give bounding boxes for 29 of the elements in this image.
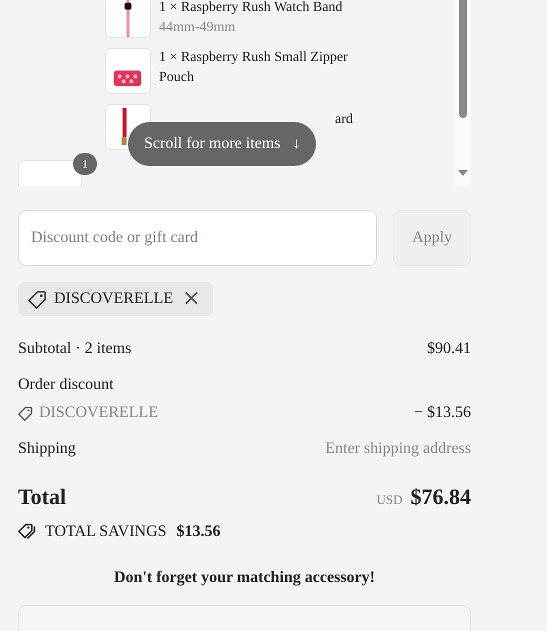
summary-value: − $13.56 — [414, 404, 471, 422]
savings-value: $13.56 — [176, 522, 221, 540]
discount-code: DISCOVERELLE — [54, 290, 174, 308]
total-value: $76.84 — [410, 484, 471, 509]
tag-icon — [28, 290, 47, 308]
item-title: ard — [335, 111, 354, 129]
summary-value: Enter shipping address — [325, 440, 471, 458]
discount-code-field[interactable]: Discount code or gift card — [18, 210, 378, 266]
quantity-badge: 1 — [73, 153, 97, 175]
summary-label: Subtotal · 2 items — [18, 340, 132, 358]
total-label: Total — [18, 484, 66, 510]
summary-label: Order discount — [18, 376, 114, 394]
scroll-hint-button[interactable]: Scroll for more items ↓ — [128, 122, 316, 166]
summary-label: Shipping — [18, 440, 76, 458]
summary-label: DISCOVERELLE — [39, 404, 158, 422]
summary-value: $90.41 — [427, 340, 471, 358]
scrollbar[interactable] — [455, 0, 471, 186]
item-variant: 44mm-49mm — [159, 19, 236, 37]
scroll-down-arrow-icon[interactable] — [458, 170, 468, 176]
item-title: 1 × Raspberry Rush Small Zipper Pouch — [159, 49, 349, 87]
currency-label: USD — [376, 492, 402, 507]
tag-icon — [18, 406, 33, 420]
item-title: 1 × Raspberry Rush Watch Band — [159, 0, 344, 17]
savings-label: TOTAL SAVINGS — [45, 522, 167, 540]
apply-button[interactable]: Apply — [393, 210, 471, 266]
upsell-title: Don't forget your matching accessory! — [113, 569, 376, 587]
product-thumbnail — [18, 160, 82, 186]
tags-icon — [18, 522, 37, 541]
remove-button[interactable]: × — [180, 288, 203, 310]
